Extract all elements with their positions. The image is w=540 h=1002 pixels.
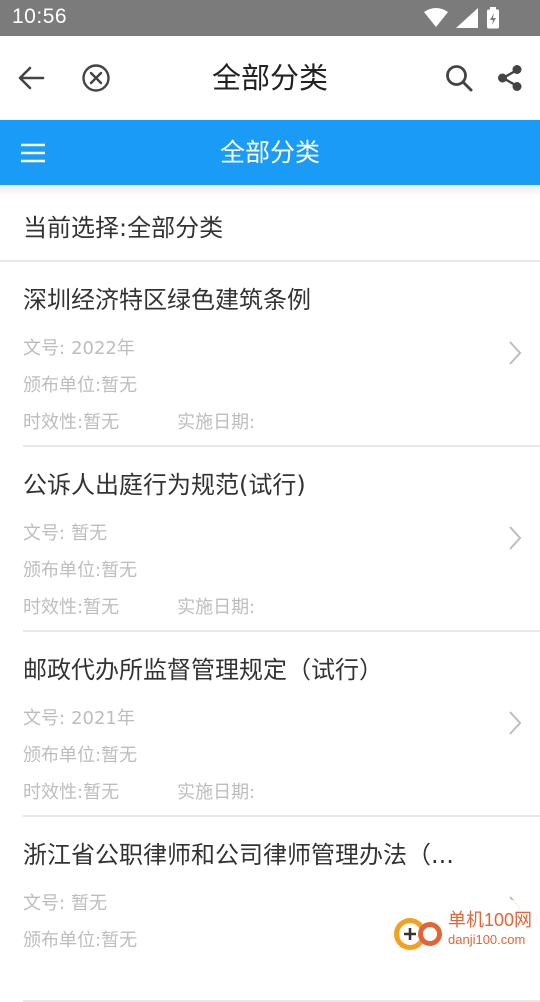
arrow-left-icon [18,66,45,90]
item-title: 深圳经济特区绿色建筑条例 [23,286,311,314]
share-icon [498,65,522,91]
issuing-authority: 颁布单位:暂无 [23,745,138,766]
doc-number: 文号: 2021年 [23,708,135,729]
battery-icon [487,7,499,29]
watermark-name: 单机100网 [448,910,533,930]
issuing-authority: 颁布单位:暂无 [23,930,138,951]
menu-button[interactable] [20,140,46,166]
list-item[interactable]: 深圳经济特区绿色建筑条例 文号: 2022年 颁布单位:暂无 时效性:暂无 实施日期… [23,262,540,447]
signal-icon [456,8,478,28]
status-icons [424,7,500,29]
issuing-authority: 颁布单位:暂无 [23,560,138,581]
chevron-right-icon [509,526,522,550]
validity-and-date: 时效性:暂无 实施日期: [23,597,256,618]
watermark-url: danji100.com [448,932,526,947]
back-button[interactable] [14,36,48,120]
doc-number: 文号: 暂无 [23,523,108,544]
validity-and-date: 时效性:暂无 实施日期: [23,412,256,433]
search-icon [446,65,473,92]
issuing-authority: 颁布单位:暂无 [23,375,138,396]
top-app-bar: 全部分类 [0,36,540,120]
list-item[interactable]: 邮政代办所监督管理规定（试行） 文号: 2021年 颁布单位:暂无 时效性:暂无实… [23,632,540,817]
watermark: 单机100网 danji100.com [388,900,540,960]
watermark-logo-icon [394,918,442,950]
bar-shadow [0,185,540,197]
category-bar-title: 全部分类 [219,138,320,167]
item-title: 邮政代办所监督管理规定（试行） [23,656,383,684]
chevron-right-icon [509,341,522,365]
validity-and-date: 时效性:暂无 实施日期: [23,782,256,803]
list-item[interactable]: 公诉人出庭行为规范(试行) 文号: 暂无 颁布单位:暂无 时效性:暂无 实施日期: [23,447,540,632]
status-time: 10:56 [12,5,68,28]
item-title: 公诉人出庭行为规范(试行) [23,471,306,499]
hamburger-menu-icon [21,143,45,163]
search-button[interactable] [443,36,475,120]
category-bar: 全部分类 [0,120,540,185]
chevron-right-icon [509,711,522,735]
law-list: 当前选择:全部分类 深圳经济特区绿色建筑条例 文号: 2022年 颁布单位:暂无 … [0,197,540,1002]
close-circle-icon [82,64,110,92]
wifi-icon [424,8,448,27]
close-button[interactable] [80,36,112,120]
item-title: 浙江省公职律师和公司律师管理办法（... [23,841,454,869]
doc-number: 文号: 暂无 [23,893,108,914]
current-selection: 当前选择:全部分类 [0,197,540,262]
share-button[interactable] [494,36,526,120]
status-bar: 10:56 [0,0,540,36]
doc-number: 文号: 2022年 [23,338,135,359]
